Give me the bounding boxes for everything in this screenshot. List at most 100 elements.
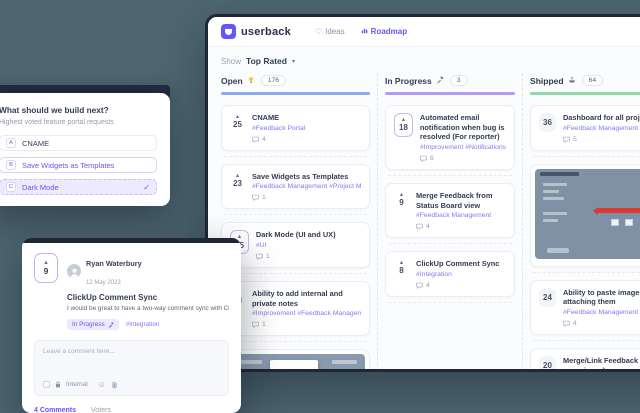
comment-count: 1	[256, 253, 361, 260]
feedback-card[interactable]: ▲ 18 Automated email notification when b…	[385, 105, 515, 170]
comment-count: 4	[416, 223, 506, 230]
option-key-badge: A	[6, 138, 16, 148]
card-tags[interactable]: #Feedback Management #Project Management…	[252, 183, 361, 190]
card-title: ClickUp Comment Sync	[416, 259, 506, 269]
detail-body: I would be great to have a two-way comme…	[67, 305, 229, 312]
card-title: Dark Mode (UI and UX)	[256, 230, 361, 240]
comment-box: Internal ☺	[34, 340, 229, 396]
column-shipped: Shipped 64 36 Dashboard for all projects…	[530, 73, 640, 372]
detail-tag[interactable]: #Integration	[126, 321, 160, 328]
feedback-card[interactable]: 24 Ability to paste images instead of at…	[530, 280, 640, 335]
column-in-progress-header: In Progress 3	[385, 73, 515, 92]
shipped-screenshot-card[interactable]	[530, 164, 640, 267]
card-tags[interactable]: #Feedback Management #Improvement	[563, 309, 640, 316]
status-badge: In Progress	[67, 319, 119, 330]
chat-bubble-icon	[416, 223, 423, 230]
internal-checkbox[interactable]	[43, 381, 50, 388]
column-title: In Progress	[385, 76, 432, 86]
card-tags[interactable]: #Improvement #Notifications	[420, 144, 506, 151]
comment-count: 5	[563, 136, 640, 143]
column-open: Open 176 ▲ 25 CNAME #Feedback Portal	[221, 73, 378, 372]
comment-count: 4	[252, 136, 361, 143]
heart-icon: ♡	[315, 28, 322, 36]
tool-icon	[436, 76, 444, 86]
vote-box[interactable]: ▲ 9	[34, 253, 58, 283]
feedback-card[interactable]: 20 Merge/Link Feedback (Related to same …	[530, 348, 640, 372]
comment-count: 4	[563, 320, 640, 327]
option-label: Dark Mode	[22, 183, 59, 192]
vote-count: 20	[543, 361, 552, 370]
feedback-card[interactable]: 36 Dashboard for all projects (global) #…	[530, 105, 640, 151]
column-open-header: Open 176	[221, 73, 370, 92]
feedback-card-with-screenshot[interactable]: Undo/Redo Options for Screenshot Annotat…	[221, 349, 370, 372]
card-tags[interactable]: #Feedback Management	[416, 212, 506, 219]
feedback-card[interactable]: ▲ 13 Ability to add internal and private…	[221, 281, 370, 336]
poll-option-b[interactable]: B Save Widgets as Templates	[0, 157, 157, 173]
emoji-icon[interactable]: ☺	[98, 380, 106, 389]
feedback-card[interactable]: ▲ 15 Dark Mode (UI and UX) #UI 1	[221, 222, 370, 268]
card-title: Merge/Link Feedback (Related to same iss…	[563, 356, 640, 372]
vote-box-shipped: 20	[539, 356, 556, 372]
chat-bubble-icon	[563, 136, 570, 143]
vote-count: 9	[44, 267, 49, 277]
card-title: Ability to add internal and private note…	[252, 289, 361, 308]
sort-control[interactable]: Show Top Rated ▾	[221, 56, 640, 66]
card-title: Dashboard for all projects (global)	[563, 113, 640, 123]
nav-item-ideas[interactable]: ♡ Ideas	[315, 27, 345, 36]
column-in-progress: In Progress 3 ▲ 18 Automated email notif…	[385, 73, 523, 372]
card-tags[interactable]: #Feedback Portal	[252, 125, 361, 132]
option-key-badge: C	[6, 182, 16, 192]
card-tags[interactable]: #UI	[256, 242, 361, 249]
card-title: Merge Feedback from Status Board view	[416, 191, 506, 210]
column-shipped-header: Shipped 64	[530, 73, 640, 92]
feedback-card[interactable]: ▲ 8 ClickUp Comment Sync #Integration 4	[385, 251, 515, 297]
paperclip-icon[interactable]	[111, 381, 118, 389]
column-count-badge: 64	[582, 75, 604, 86]
vote-box[interactable]: ▲ 8	[394, 259, 409, 276]
card-title: CNAME	[252, 113, 361, 123]
check-icon: ✓	[143, 183, 150, 192]
userback-logo-icon	[221, 24, 236, 39]
column-title: Open	[221, 76, 243, 86]
tab-comments[interactable]: 4 Comments	[34, 407, 76, 413]
tool-icon	[108, 322, 114, 328]
vote-count: 25	[233, 120, 242, 129]
poll-option-c-selected[interactable]: C Dark Mode ✓	[0, 179, 157, 195]
option-label: CNAME	[22, 139, 49, 148]
nav-item-roadmap[interactable]: Roadmap	[361, 27, 407, 36]
comment-count: 1	[252, 321, 361, 328]
tab-voters[interactable]: Voters	[91, 407, 111, 413]
column-title: Shipped	[530, 76, 564, 86]
vote-box-voted[interactable]: ▲ 18	[394, 113, 413, 137]
vote-count: 23	[233, 179, 242, 188]
card-title: Automated email notification when bug is…	[420, 113, 506, 142]
comment-count: 1	[252, 194, 361, 201]
card-tags[interactable]: #Integration	[416, 271, 506, 278]
poll-subtitle: Highest voted feature portal requests	[0, 119, 157, 126]
feedback-card[interactable]: ▲ 9 Merge Feedback from Status Board vie…	[385, 183, 515, 238]
screenshot-thumbnail	[226, 354, 365, 372]
feedback-form-mock	[270, 360, 317, 372]
card-title: Ability to paste images instead of attac…	[563, 288, 640, 307]
comment-input[interactable]	[43, 348, 220, 374]
feedback-card[interactable]: ▲ 25 CNAME #Feedback Portal 4	[221, 105, 370, 151]
poll-option-a[interactable]: A CNAME	[0, 135, 157, 151]
sort-value: Top Rated	[246, 56, 287, 66]
vote-box[interactable]: ▲ 25	[230, 113, 245, 130]
main-nav: ♡ Ideas Roadmap	[315, 27, 407, 36]
column-count-badge: 3	[450, 75, 468, 86]
app-header: userback ♡ Ideas Roadmap	[208, 17, 640, 47]
column-count-badge: 176	[261, 75, 286, 86]
poll-widget: What should we build next? Highest voted…	[0, 93, 170, 206]
post-date: 12 May 2023	[86, 280, 121, 286]
vote-box[interactable]: ▲ 23	[230, 172, 245, 189]
vote-count: 36	[543, 118, 552, 127]
vote-box[interactable]: ▲ 9	[394, 191, 409, 208]
card-tags[interactable]: #Improvement #Feedback Management #Notif…	[252, 310, 361, 317]
option-key-badge: B	[6, 160, 16, 170]
feedback-card[interactable]: ▲ 23 Save Widgets as Templates #Feedback…	[221, 164, 370, 210]
author-name[interactable]: Ryan Waterbury	[86, 259, 142, 268]
card-tags[interactable]: #Feedback Management	[563, 125, 640, 132]
vote-box-shipped: 24	[539, 288, 556, 307]
brand[interactable]: userback	[221, 24, 291, 39]
